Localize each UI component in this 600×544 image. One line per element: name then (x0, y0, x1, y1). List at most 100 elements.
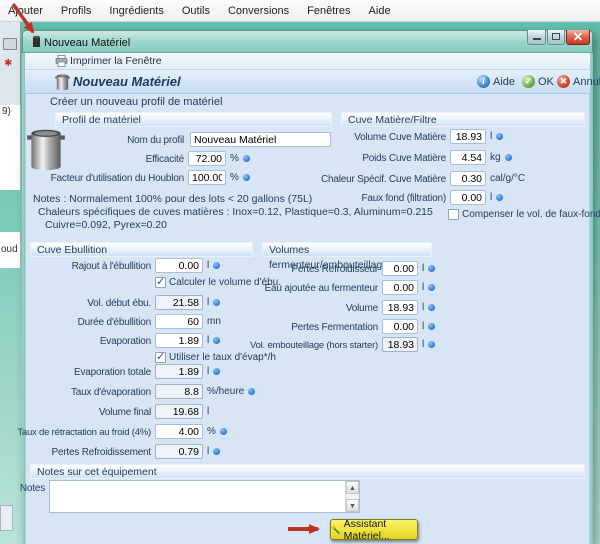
unit-dot-icon[interactable] (213, 337, 220, 344)
unit-label: l (207, 260, 209, 271)
mash-tun-specific-heat-input[interactable] (450, 171, 486, 186)
menu-item-conversions[interactable]: Conversions (219, 5, 298, 17)
unit-dot-icon[interactable] (428, 265, 435, 272)
use-evap-rate-checkbox[interactable]: ✓ (155, 352, 166, 363)
fermenter-added-water-input[interactable] (382, 280, 418, 295)
help-button[interactable]: Aide (493, 76, 515, 88)
efficiency-unit: % (230, 153, 239, 164)
background-window-fragment: 9) (0, 105, 21, 190)
notes-scrollbar[interactable]: ▲ ▼ (345, 481, 359, 512)
background-window-fragment: ✱ (0, 22, 21, 105)
notes-label: Notes (5, 483, 45, 494)
unit-dot-icon[interactable] (428, 304, 435, 311)
unit-dot-icon[interactable] (505, 154, 512, 161)
print-window-button[interactable]: Imprimer la Fenêtre (70, 55, 162, 67)
unit-label: l (422, 339, 424, 350)
bottling-volume-field (382, 337, 418, 352)
unit-label: l (422, 302, 424, 313)
profile-note-1: Notes : Normalement 100% pour des lots <… (33, 193, 312, 205)
label-volume-cuve-matiere: Volume Cuve Matière (288, 132, 446, 143)
chiller-loss-input[interactable] (382, 261, 418, 276)
unit-dot-icon[interactable] (213, 368, 220, 375)
label-duree-ebullition: Durée d'ébullition (5, 317, 151, 328)
unit-label: l (490, 131, 492, 142)
scroll-down-icon[interactable]: ▼ (346, 499, 359, 512)
menu-item-ingredients[interactable]: Ingrédients (100, 5, 172, 17)
unit-dot-icon[interactable] (243, 174, 250, 181)
cancel-button[interactable]: Annuler (573, 76, 600, 88)
label-nom-du-profil: Nom du profil (20, 135, 184, 146)
compensate-false-bottom-checkbox[interactable] (448, 209, 459, 220)
unit-dot-icon[interactable] (213, 448, 220, 455)
unit-label: l (207, 366, 209, 377)
section-profil-de-materiel: Profil de matériel (55, 112, 332, 127)
efficiency-input[interactable] (188, 151, 226, 166)
unit-label: kg (490, 152, 501, 163)
unit-label: l (207, 446, 209, 457)
label-vol-debut-ebu: Vol. début ébu. (5, 298, 151, 309)
profile-note-3: Cuivre=0.092, Pyrex=0.20 (45, 219, 167, 231)
maximize-button[interactable] (547, 30, 565, 45)
boil-addition-input[interactable] (155, 258, 203, 273)
cooling-shrinkage-input[interactable] (155, 424, 203, 439)
label-efficacite: Efficacité (20, 154, 184, 165)
minimize-button[interactable] (527, 30, 546, 45)
boil-time-input[interactable] (155, 314, 203, 329)
label-volume-final: Volume final (5, 407, 151, 418)
unit-dot-icon[interactable] (428, 323, 435, 330)
final-volume-field (155, 404, 203, 419)
menu-item-ajouter[interactable]: Ajouter (8, 5, 52, 17)
section-notes-equipement: Notes sur cet équipement (30, 464, 585, 479)
evaporation-input[interactable] (155, 333, 203, 348)
assistant-materiel-button[interactable]: Assistant Matériel... (330, 519, 418, 540)
false-bottom-input[interactable] (450, 190, 486, 205)
profile-note-2: Chaleurs spécifiques de cuves matières :… (38, 206, 433, 218)
dialog-frame-right (590, 53, 593, 544)
unit-dot-icon[interactable] (220, 428, 227, 435)
label-pertes-refroidisseur: Pertes Refroidisseur (230, 264, 378, 275)
unit-label: mn (207, 316, 221, 327)
label-pertes-fermentation: Pertes Fermentation (230, 322, 378, 333)
dialog-header: Nouveau Matériel i Aide ✓ OK ✕ Annuler (25, 70, 590, 94)
notes-textarea[interactable]: ▲ ▼ (49, 480, 360, 513)
unit-dot-icon[interactable] (213, 262, 220, 269)
pot-icon-large (27, 126, 65, 172)
menu-item-outils[interactable]: Outils (173, 5, 219, 17)
boil-start-volume-field (155, 295, 203, 310)
label-volume-fermenteur: Volume (230, 303, 378, 314)
mash-tun-volume-input[interactable] (450, 129, 486, 144)
evaporation-rate-field (155, 384, 203, 399)
unit-dot-icon[interactable] (248, 388, 255, 395)
wand-icon (331, 524, 341, 536)
cancel-icon: ✕ (557, 75, 570, 88)
background-window-icon (3, 38, 17, 50)
fermenter-volume-input[interactable] (382, 300, 418, 315)
menu-item-fenetres[interactable]: Fenêtres (298, 5, 359, 17)
unit-dot-icon[interactable] (428, 341, 435, 348)
background-red-icon: ✱ (4, 58, 12, 69)
unit-dot-icon[interactable] (428, 284, 435, 291)
fermentation-loss-input[interactable] (382, 319, 418, 334)
section-cuve-matiere-filtre: Cuve Matière/Filtre (341, 112, 585, 127)
unit-dot-icon[interactable] (213, 299, 220, 306)
ok-button[interactable]: OK (538, 76, 554, 88)
window-title: Nouveau Matériel (44, 37, 130, 49)
scroll-up-icon[interactable]: ▲ (346, 481, 359, 494)
unit-label: l (207, 335, 209, 346)
compensate-false-bottom-label: Compenser le vol. de faux-fond (462, 209, 600, 220)
calculate-boil-volume-checkbox[interactable]: ✓ (155, 277, 166, 288)
label-vol-embouteillage: Vol. embouteillage (hors starter) (230, 340, 378, 351)
background-window-fragment (0, 505, 13, 531)
page-title: Nouveau Matériel (73, 74, 181, 89)
background-text: 9) (2, 106, 11, 117)
screen: Ajouter Profils Ingrédients Outils Conve… (0, 0, 600, 544)
mash-tun-weight-input[interactable] (450, 150, 486, 165)
menu-item-profils[interactable]: Profils (52, 5, 101, 17)
unit-dot-icon[interactable] (243, 155, 250, 162)
hop-utilization-input[interactable] (188, 170, 226, 185)
unit-dot-icon[interactable] (496, 133, 503, 140)
close-button[interactable] (566, 30, 590, 45)
menu-item-aide[interactable]: Aide (360, 5, 400, 17)
unit-dot-icon[interactable] (496, 194, 503, 201)
section-cuve-ebullition: Cuve Ebullition (30, 242, 253, 257)
